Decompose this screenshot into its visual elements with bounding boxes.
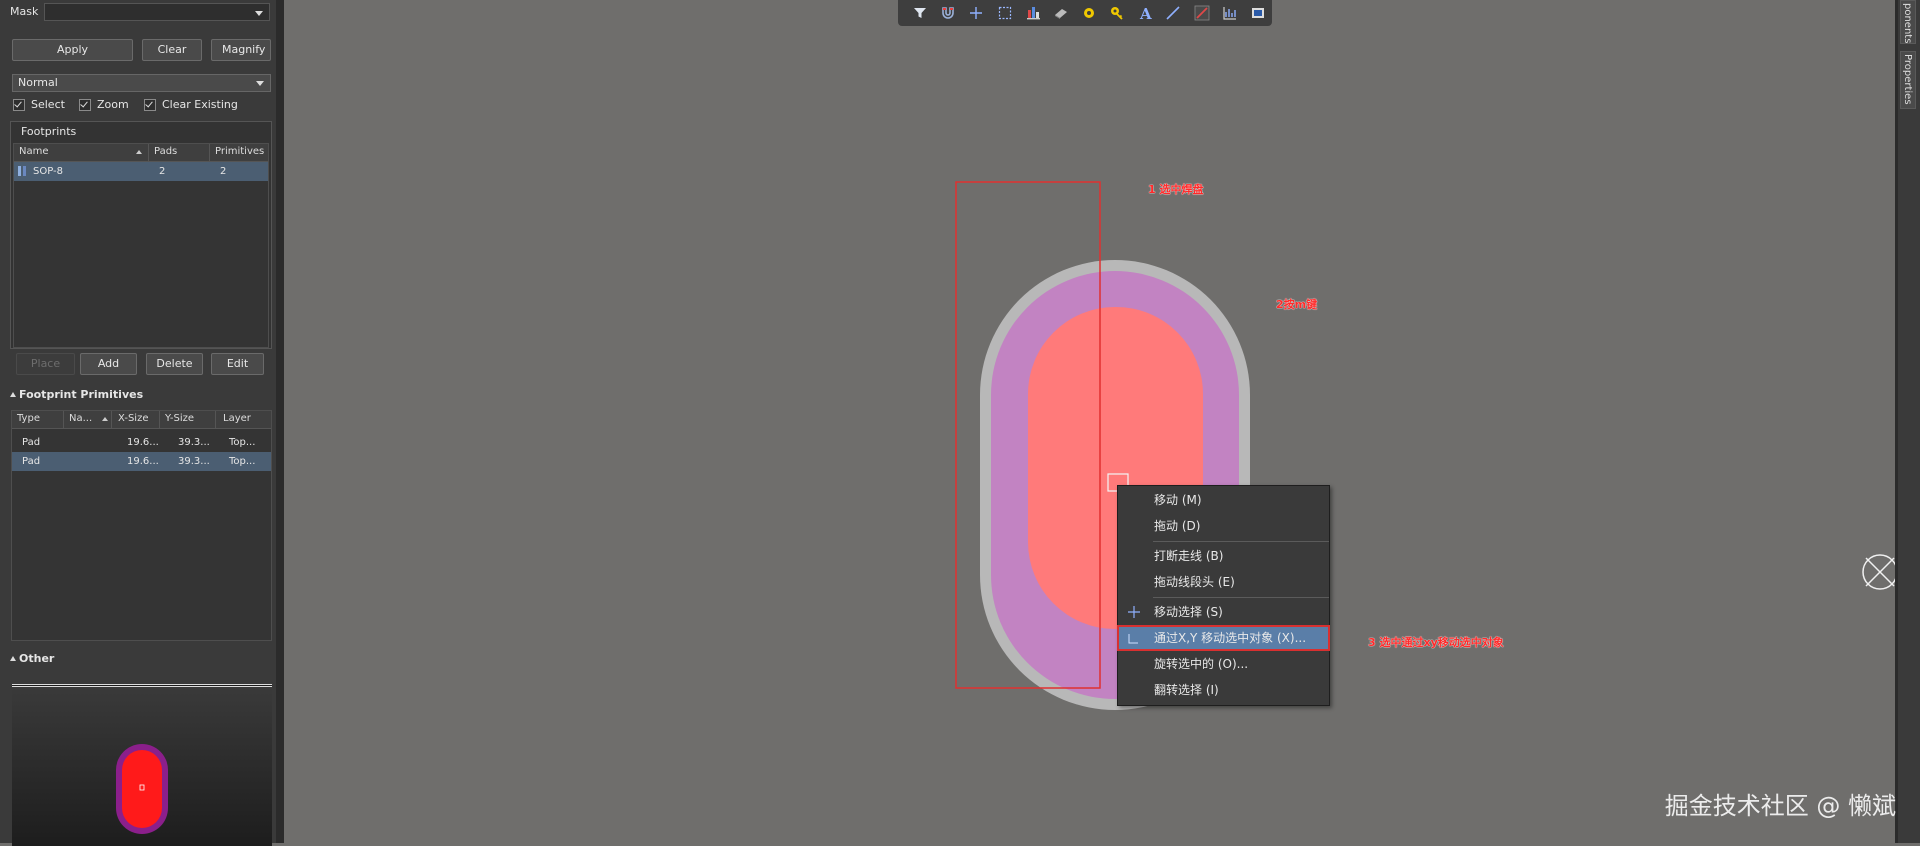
menu-item-drag-track-end[interactable]: 拖动线段头 (E) <box>1118 570 1329 594</box>
menu-separator <box>1153 597 1329 598</box>
menu-item-move-selection[interactable]: 移动选择 (S) <box>1118 600 1329 624</box>
menu-item-break-track[interactable]: 打断走线 (B) <box>1118 544 1329 568</box>
annotation-step1: 1 选中焊盘 <box>1148 183 1204 196</box>
menu-item-label: 通过X,Y 移动选中对象 (X)... <box>1154 631 1307 645</box>
tab-components-label: ponents <box>1902 3 1913 44</box>
menu-separator <box>1153 541 1329 542</box>
right-panel-tabs: ponents Properties <box>1895 0 1920 843</box>
pcb-canvas[interactable] <box>0 0 1920 843</box>
tab-properties-label: Properties <box>1902 54 1913 105</box>
annotation-step2: 2按m键 <box>1276 298 1318 311</box>
menu-item-drag[interactable]: 拖动 (D) <box>1118 514 1329 538</box>
menu-item-label: 拖动 (D) <box>1154 519 1201 533</box>
menu-item-label: 旋转选中的 (O)... <box>1154 657 1249 671</box>
watermark: 掘金技术社区 @ 懒斌 <box>1664 792 1896 820</box>
menu-item-label: 拖动线段头 (E) <box>1154 575 1235 589</box>
menu-item-label: 翻转选择 (I) <box>1154 683 1219 697</box>
move-cross-icon <box>1128 606 1140 618</box>
menu-item-label: 移动 (M) <box>1154 493 1202 507</box>
menu-item-label: 移动选择 (S) <box>1154 605 1223 619</box>
menu-item-move[interactable]: 移动 (M) <box>1118 488 1329 512</box>
context-menu: 移动 (M) 拖动 (D) 打断走线 (B) 拖动线段头 (E) 移动选择 (S… <box>1117 485 1330 706</box>
menu-item-flip-selection[interactable]: 翻转选择 (I) <box>1118 678 1329 702</box>
menu-item-rotate-selection[interactable]: 旋转选中的 (O)... <box>1118 652 1329 676</box>
origin-marker-icon <box>1862 554 1898 590</box>
tab-properties[interactable]: Properties <box>1900 51 1916 109</box>
move-xy-icon <box>1128 634 1138 644</box>
tab-components[interactable]: ponents <box>1900 0 1916 44</box>
menu-item-label: 打断走线 (B) <box>1154 549 1224 563</box>
annotation-step3: 3 选中通过xy移动选中对象 <box>1368 636 1504 649</box>
menu-item-move-selection-by-xy[interactable]: 通过X,Y 移动选中对象 (X)... <box>1117 625 1330 651</box>
